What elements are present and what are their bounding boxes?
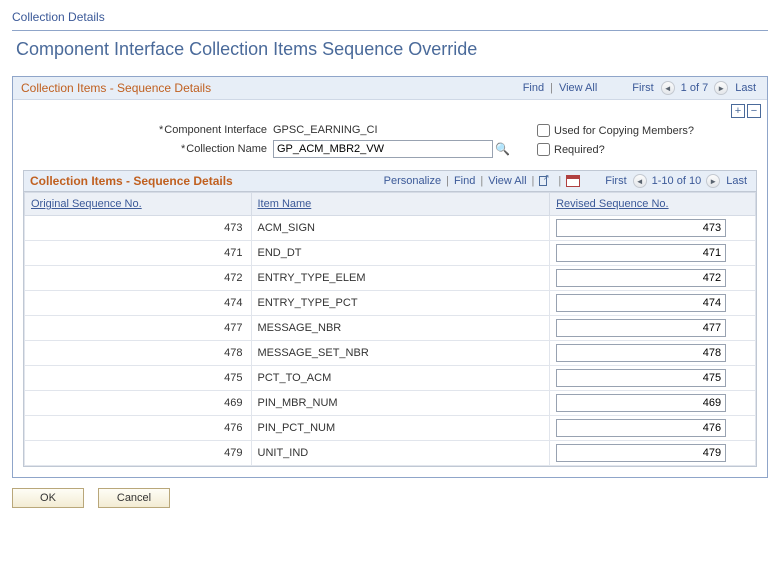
revised-seq-input[interactable] xyxy=(556,219,726,237)
table-row: 473ACM_SIGN xyxy=(25,216,756,241)
lookup-icon[interactable]: 🔍 xyxy=(495,142,510,156)
revised-seq-cell xyxy=(550,316,756,341)
grid-first-label[interactable]: First xyxy=(602,175,629,187)
table-row: 474ENTRY_TYPE_PCT xyxy=(25,291,756,316)
original-seq-cell: 472 xyxy=(25,266,252,291)
original-seq-cell: 475 xyxy=(25,366,252,391)
original-seq-cell: 477 xyxy=(25,316,252,341)
item-name-cell: PCT_TO_ACM xyxy=(251,366,550,391)
separator: | xyxy=(446,175,449,187)
table-row: 475PCT_TO_ACM xyxy=(25,366,756,391)
scroll-find-link[interactable]: Find xyxy=(523,82,544,94)
revised-seq-cell xyxy=(550,341,756,366)
original-seq-cell: 478 xyxy=(25,341,252,366)
revised-seq-input[interactable] xyxy=(556,294,726,312)
revised-seq-cell xyxy=(550,391,756,416)
scroll-title: Collection Items - Sequence Details xyxy=(21,81,211,95)
revised-seq-input[interactable] xyxy=(556,344,726,362)
original-seq-cell: 476 xyxy=(25,416,252,441)
revised-seq-input[interactable] xyxy=(556,394,726,412)
collection-name-label: Collection Name xyxy=(23,143,273,155)
grid-prev-icon[interactable]: ◄ xyxy=(633,174,647,188)
item-name-cell: MESSAGE_SET_NBR xyxy=(251,341,550,366)
item-name-cell: ENTRY_TYPE_ELEM xyxy=(251,266,550,291)
add-row-icon[interactable]: + xyxy=(731,104,745,118)
item-name-cell: END_DT xyxy=(251,241,550,266)
original-seq-cell: 479 xyxy=(25,441,252,466)
revised-seq-cell xyxy=(550,416,756,441)
required-checkbox[interactable] xyxy=(537,143,550,156)
delete-row-icon[interactable]: − xyxy=(747,104,761,118)
separator: | xyxy=(550,82,553,94)
revised-seq-input[interactable] xyxy=(556,244,726,262)
revised-seq-cell xyxy=(550,441,756,466)
revised-seq-input[interactable] xyxy=(556,369,726,387)
scroll-next-icon[interactable]: ► xyxy=(714,81,728,95)
scroll-area: Collection Items - Sequence Details Find… xyxy=(12,76,768,478)
revised-seq-cell xyxy=(550,291,756,316)
revised-seq-cell xyxy=(550,366,756,391)
ok-button[interactable]: OK xyxy=(12,488,84,508)
item-name-cell: PIN_PCT_NUM xyxy=(251,416,550,441)
required-label: Required? xyxy=(554,144,605,156)
col-original-seq[interactable]: Original Sequence No. xyxy=(25,193,252,216)
revised-seq-input[interactable] xyxy=(556,319,726,337)
revised-seq-cell xyxy=(550,216,756,241)
col-item-name[interactable]: Item Name xyxy=(251,193,550,216)
grid-viewall-link[interactable]: View All xyxy=(488,175,526,187)
original-seq-cell: 471 xyxy=(25,241,252,266)
used-for-copying-label: Used for Copying Members? xyxy=(554,125,694,137)
scroll-nav-text: 1 of 7 xyxy=(679,82,711,94)
ci-value: GPSC_EARNING_CI xyxy=(273,124,378,136)
revised-seq-cell xyxy=(550,266,756,291)
grid-find-link[interactable]: Find xyxy=(454,175,475,187)
separator: | xyxy=(558,175,561,187)
grid-next-icon[interactable]: ► xyxy=(706,174,720,188)
download-icon[interactable] xyxy=(566,174,580,188)
table-row: 471END_DT xyxy=(25,241,756,266)
revised-seq-input[interactable] xyxy=(556,269,726,287)
table-row: 479UNIT_IND xyxy=(25,441,756,466)
grid-personalize-link[interactable]: Personalize xyxy=(384,175,441,187)
scroll-viewall-link[interactable]: View All xyxy=(559,82,597,94)
table-row: 478MESSAGE_SET_NBR xyxy=(25,341,756,366)
item-name-cell: MESSAGE_NBR xyxy=(251,316,550,341)
separator: | xyxy=(480,175,483,187)
revised-seq-cell xyxy=(550,241,756,266)
scroll-first-label[interactable]: First xyxy=(629,82,656,94)
scroll-prev-icon[interactable]: ◄ xyxy=(661,81,675,95)
collection-name-input[interactable] xyxy=(273,140,493,158)
zoom-icon[interactable] xyxy=(539,174,553,188)
scroll-header: Collection Items - Sequence Details Find… xyxy=(13,77,767,100)
page-title: Component Interface Collection Items Seq… xyxy=(16,39,768,60)
original-seq-cell: 474 xyxy=(25,291,252,316)
scroll-last-label[interactable]: Last xyxy=(732,82,759,94)
grid-nav-text: 1-10 of 10 xyxy=(650,175,704,187)
item-name-cell: ACM_SIGN xyxy=(251,216,550,241)
item-name-cell: ENTRY_TYPE_PCT xyxy=(251,291,550,316)
ci-label: Component Interface xyxy=(23,124,273,136)
separator: | xyxy=(532,175,535,187)
table-row: 476PIN_PCT_NUM xyxy=(25,416,756,441)
original-seq-cell: 469 xyxy=(25,391,252,416)
item-name-cell: PIN_MBR_NUM xyxy=(251,391,550,416)
table-row: 469PIN_MBR_NUM xyxy=(25,391,756,416)
grid-title: Collection Items - Sequence Details xyxy=(30,174,233,188)
original-seq-cell: 473 xyxy=(25,216,252,241)
page-tab: Collection Details xyxy=(12,8,768,31)
col-revised-seq[interactable]: Revised Sequence No. xyxy=(550,193,756,216)
table-row: 477MESSAGE_NBR xyxy=(25,316,756,341)
grid-last-label[interactable]: Last xyxy=(723,175,750,187)
item-name-cell: UNIT_IND xyxy=(251,441,550,466)
revised-seq-input[interactable] xyxy=(556,444,726,462)
table-row: 472ENTRY_TYPE_ELEM xyxy=(25,266,756,291)
revised-seq-input[interactable] xyxy=(556,419,726,437)
grid: Collection Items - Sequence Details Pers… xyxy=(23,170,757,467)
used-for-copying-checkbox[interactable] xyxy=(537,124,550,137)
cancel-button[interactable]: Cancel xyxy=(98,488,170,508)
